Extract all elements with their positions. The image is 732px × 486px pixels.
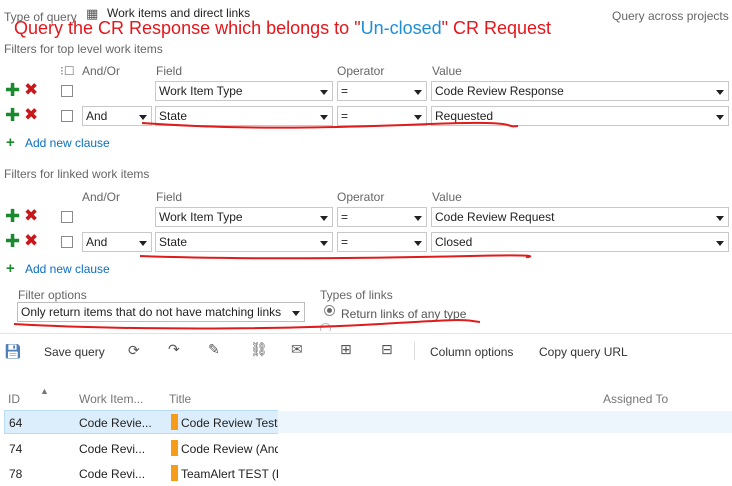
filter-options-select[interactable]: Only return items that do not have match… [17, 302, 305, 322]
radio-any-link[interactable] [324, 305, 335, 316]
linked-header-field: Field [156, 190, 183, 204]
top-header-operator: Operator [337, 64, 385, 78]
cell-type: Code Revi... [79, 467, 146, 481]
redaction-overlay-selected [278, 411, 732, 433]
refresh-icon[interactable]: ⟳ [128, 342, 140, 359]
col-header-work-item-type[interactable]: Work Item... [79, 392, 143, 406]
cell-id: 78 [9, 467, 23, 481]
field-select[interactable]: Work Item Type [155, 207, 333, 227]
radio-dot [327, 308, 332, 313]
toolbar-divider [414, 342, 415, 360]
value-select[interactable]: Code Review Request [431, 207, 729, 227]
add-new-clause-link[interactable]: Add new clause [25, 262, 110, 276]
group-clause-icon[interactable]: ⁝☐ [60, 64, 75, 78]
query-across-projects[interactable]: Query across projects [612, 9, 729, 23]
work-item-color-bar [171, 414, 178, 430]
cell-title[interactable]: TeamAlert TEST (Li [181, 467, 285, 481]
column-options-button[interactable]: Column options [430, 345, 513, 359]
radio-cropped-circle [320, 323, 331, 331]
email-icon[interactable]: ✉ [291, 341, 303, 358]
add-clause-icon[interactable]: ✚ [5, 106, 20, 124]
operator-select[interactable]: = [337, 232, 427, 252]
remove-clause-icon[interactable]: ✖ [24, 207, 38, 224]
operator-select[interactable]: = [337, 106, 427, 126]
top-header-andor: And/Or [82, 64, 121, 78]
annotation-suffix: CR Request [448, 18, 552, 38]
cell-title[interactable]: Code Review (And [181, 442, 281, 456]
link-items-icon[interactable]: ⛓ [250, 341, 268, 358]
col-header-assigned-to[interactable]: Assigned To [603, 392, 668, 406]
value-select[interactable]: Requested [431, 106, 729, 126]
linked-header-value: Value [432, 190, 462, 204]
cell-id: 64 [9, 416, 23, 430]
add-new-clause-icon[interactable]: + [6, 135, 15, 150]
linked-header-andor: And/Or [82, 190, 121, 204]
operator-select[interactable]: = [337, 207, 427, 227]
linked-header-operator: Operator [337, 190, 385, 204]
remove-clause-icon[interactable]: ✖ [24, 81, 38, 98]
field-select[interactable]: Work Item Type [155, 81, 333, 101]
underline-state-closed [139, 254, 532, 260]
cell-id: 74 [9, 442, 23, 456]
filter-options-label: Filter options [18, 288, 87, 302]
copy-query-url-button[interactable]: Copy query URL [539, 345, 628, 359]
edit-query-icon[interactable]: ✎ [208, 341, 220, 358]
cell-type: Code Revi... [79, 442, 146, 456]
top-header-value: Value [432, 64, 462, 78]
types-of-links-option[interactable]: Return links of any type [341, 307, 466, 321]
types-of-links-label: Types of links [320, 288, 393, 302]
annotation-prefix: Query the CR Response which belongs to [14, 18, 355, 38]
remove-clause-icon[interactable]: ✖ [24, 106, 38, 123]
add-new-clause-icon[interactable]: + [6, 261, 15, 276]
col-header-id[interactable]: ID [8, 392, 20, 406]
andor-select[interactable]: And [82, 232, 152, 252]
add-clause-icon[interactable]: ✚ [5, 207, 20, 225]
expand-all-icon[interactable]: ⊞ [340, 341, 352, 358]
add-clause-icon[interactable]: ✚ [5, 81, 20, 99]
save-icon[interactable]: 💾︎ [4, 343, 22, 360]
field-select[interactable]: State [155, 232, 333, 252]
clause-checkbox[interactable] [61, 85, 73, 97]
clause-checkbox[interactable] [61, 211, 73, 223]
clause-checkbox[interactable] [61, 236, 73, 248]
sort-ascending-icon: ▲ [40, 386, 49, 396]
add-clause-icon[interactable]: ✚ [5, 232, 20, 250]
cell-type: Code Revie... [79, 416, 152, 430]
top-header-field: Field [156, 64, 183, 78]
cell-title[interactable]: Code Review Test [181, 416, 278, 430]
collapse-all-icon[interactable]: ⊟ [381, 341, 393, 358]
annotation-text: Query the CR Response which belongs to "… [14, 18, 551, 39]
work-item-color-bar [171, 465, 178, 481]
annotation-highlight: Un-closed [360, 18, 442, 38]
col-header-title[interactable]: Title [169, 392, 191, 406]
work-item-color-bar [171, 440, 178, 456]
value-select[interactable]: Code Review Response [431, 81, 729, 101]
field-select[interactable]: State [155, 106, 333, 126]
value-select[interactable]: Closed [431, 232, 729, 252]
andor-select[interactable]: And [82, 106, 152, 126]
save-query-button[interactable]: Save query [44, 345, 105, 359]
toolbar-separator [0, 333, 732, 334]
linked-section-title: Filters for linked work items [4, 167, 150, 181]
clause-checkbox[interactable] [61, 110, 73, 122]
remove-clause-icon[interactable]: ✖ [24, 232, 38, 249]
add-new-clause-link[interactable]: Add new clause [25, 136, 110, 150]
top-section-title: Filters for top level work items [4, 42, 163, 56]
operator-select[interactable]: = [337, 81, 427, 101]
redo-icon[interactable]: ↷ [168, 341, 180, 358]
radio-option-cropped [320, 323, 520, 331]
